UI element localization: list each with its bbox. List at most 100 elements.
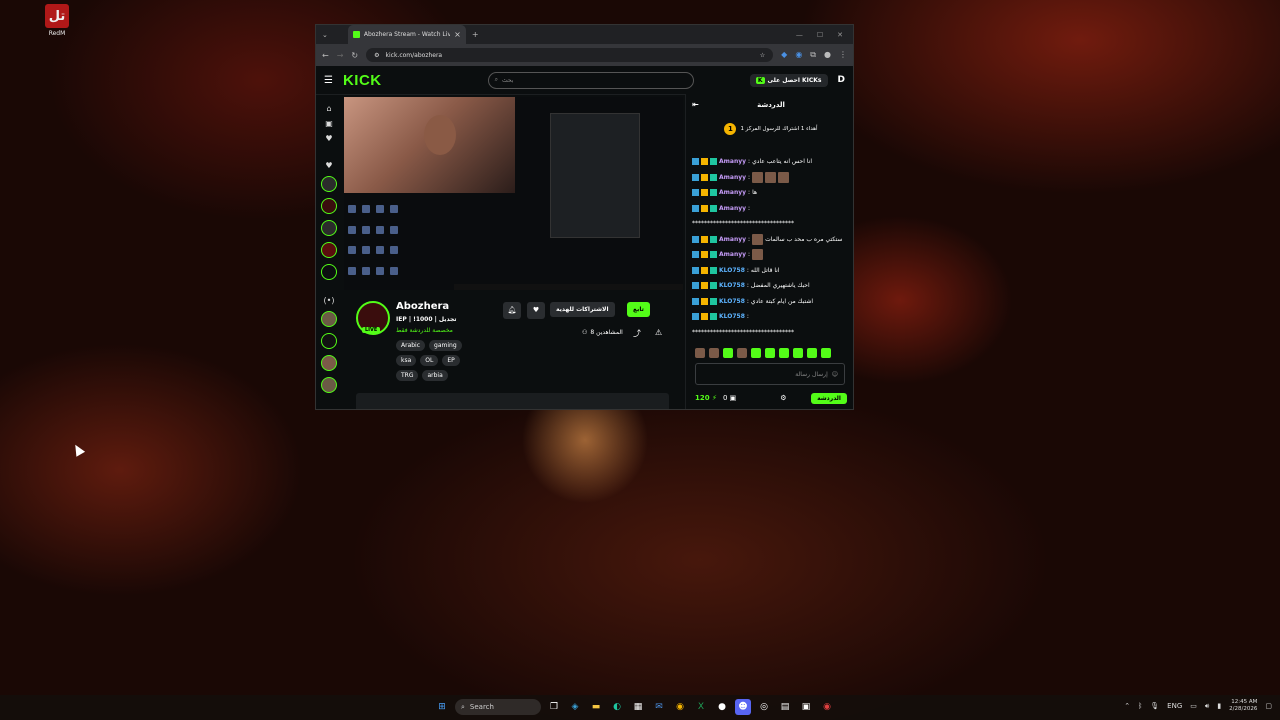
emote-icon[interactable]: [751, 348, 761, 358]
share-icon[interactable]: ⤴: [633, 328, 641, 339]
send-chat-button[interactable]: الدردشة: [811, 392, 847, 404]
minimize-icon[interactable]: —: [796, 31, 803, 39]
chat-username[interactable]: KLO758: [719, 282, 745, 289]
tab-search-icon[interactable]: ⌄: [322, 31, 328, 39]
chat-message[interactable]: KLO758: احبك ياشتهيري المفضل: [692, 278, 850, 294]
chat-username[interactable]: Amanyy: [719, 174, 746, 181]
battery-icon[interactable]: ▮: [1217, 702, 1221, 710]
chat-username[interactable]: KLO758: [719, 313, 745, 320]
file-explorer-icon[interactable]: ▬: [588, 699, 604, 715]
store-icon[interactable]: ▦: [630, 699, 646, 715]
task-view-icon[interactable]: ❐: [546, 699, 562, 715]
reload-icon[interactable]: ↻: [351, 51, 358, 60]
windows-start-icon[interactable]: ⊞: [434, 699, 450, 715]
video-player[interactable]: [344, 97, 683, 290]
notification-bell-icon[interactable]: 🔔︎: [503, 302, 521, 319]
channel-points[interactable]: 120 ⚡: [695, 394, 717, 402]
tab-kick[interactable]: Abozhera Stream - Watch Live ×: [347, 25, 466, 44]
chat-message[interactable]: **********************************: [692, 325, 850, 337]
chat-message[interactable]: **********************************: [692, 216, 850, 232]
github-icon[interactable]: ●: [714, 699, 730, 715]
excel-icon[interactable]: X: [693, 699, 709, 715]
extensions-puzzle-icon[interactable]: ⧉: [810, 50, 816, 60]
sidebar-channel-avatar[interactable]: [321, 377, 337, 393]
sidebar-channel-avatar[interactable]: [321, 176, 337, 192]
sidebar-channel-avatar[interactable]: [321, 264, 337, 280]
heart-icon[interactable]: ♥: [527, 302, 545, 319]
close-tab-icon[interactable]: ×: [454, 30, 461, 39]
stream-category[interactable]: مخصصة للدردشة فقط: [396, 327, 453, 334]
emote-icon[interactable]: [821, 348, 831, 358]
chat-username[interactable]: KLO758: [719, 267, 745, 274]
chat-message[interactable]: Amanyy: انا احس انه يتاعب عادي: [692, 154, 850, 170]
notifications-icon[interactable]: ▢: [1265, 702, 1272, 710]
extension-icon[interactable]: ◆: [781, 50, 787, 60]
app-icon[interactable]: ▣: [798, 699, 814, 715]
menu-hamburger-icon[interactable]: ☰: [324, 75, 333, 86]
chat-message[interactable]: Amanyy: ستكتي مره ب محد ب سالمات: [692, 232, 850, 248]
language-indicator[interactable]: ENG: [1167, 702, 1182, 710]
search-input[interactable]: ⌕ بحث: [487, 71, 694, 89]
sidebar-channel-avatar[interactable]: [321, 311, 337, 327]
extension-icon[interactable]: ◉: [795, 50, 802, 60]
following-heart-icon[interactable]: ♥: [325, 134, 332, 143]
emote-icon[interactable]: [807, 348, 817, 358]
browser-menu-icon[interactable]: ⋮: [839, 50, 847, 60]
sidebar-channel-avatar[interactable]: [321, 242, 337, 258]
kick-logo[interactable]: KICK: [343, 72, 382, 89]
emote-icon[interactable]: [793, 348, 803, 358]
user-avatar-icon[interactable]: D: [838, 75, 845, 85]
chat-username[interactable]: KLO758: [719, 298, 745, 305]
mail-icon[interactable]: ✉: [651, 699, 667, 715]
chat-message[interactable]: KLO758: اشتبك من ايام كبتة عادي: [692, 294, 850, 310]
tray-overflow-icon[interactable]: ⌃: [1124, 702, 1130, 710]
emote-icon[interactable]: [695, 348, 705, 358]
new-tab-button[interactable]: +: [472, 30, 479, 39]
tag[interactable]: ksa: [396, 355, 417, 366]
report-warning-icon[interactable]: ⚠: [655, 328, 662, 337]
sidebar-channel-avatar[interactable]: [321, 198, 337, 214]
discord-icon[interactable]: ☻: [735, 699, 751, 715]
chat-username[interactable]: Amanyy: [719, 251, 746, 258]
address-bar[interactable]: ⚙ kick.com/abozhera ☆: [366, 48, 774, 62]
chat-message[interactable]: Amanyy:: [692, 247, 850, 263]
chat-message[interactable]: Amanyy:: [692, 201, 850, 217]
tag[interactable]: arbia: [422, 370, 448, 381]
collapse-chat-icon[interactable]: ⇤: [692, 100, 699, 109]
chat-username[interactable]: Amanyy: [719, 158, 746, 165]
tag[interactable]: TRG: [396, 370, 419, 381]
taskbar-search[interactable]: ⌕ Search: [455, 699, 541, 715]
app-icon[interactable]: ▤: [777, 699, 793, 715]
follow-button[interactable]: تابع: [627, 302, 650, 317]
chat-message[interactable]: Amanyy:: [692, 170, 850, 186]
sidebar-channel-avatar[interactable]: [321, 355, 337, 371]
emote-icon[interactable]: [765, 348, 775, 358]
channel-name[interactable]: Abozhera: [396, 301, 449, 312]
chrome-icon[interactable]: ◉: [672, 699, 688, 715]
site-info-icon[interactable]: ⚙: [374, 52, 379, 59]
chat-message[interactable]: Amanyy: ها: [692, 185, 850, 201]
chat-username[interactable]: Amanyy: [719, 205, 746, 212]
tag[interactable]: gaming: [429, 340, 462, 351]
chat-message[interactable]: KLO758: انا قاتل الله: [692, 263, 850, 279]
browse-icon[interactable]: ▣: [325, 119, 333, 128]
emoji-icon[interactable]: ☺: [832, 371, 838, 378]
tag[interactable]: Arabic: [396, 340, 426, 351]
microphone-icon[interactable]: 🎙︎: [1150, 702, 1159, 710]
chat-settings-icon[interactable]: ⚙: [780, 394, 786, 402]
kicks-balance[interactable]: 0 ▣: [723, 394, 736, 402]
profile-avatar-icon[interactable]: ●: [824, 50, 831, 60]
emote-icon[interactable]: [709, 348, 719, 358]
volume-icon[interactable]: 🔊︎: [1205, 702, 1209, 711]
chat-username[interactable]: Amanyy: [719, 236, 746, 243]
steam-icon[interactable]: ◎: [756, 699, 772, 715]
bluetooth-icon[interactable]: ᛒ: [1138, 702, 1142, 710]
bookmark-star-icon[interactable]: ☆: [760, 52, 765, 59]
desktop-icon-redm[interactable]: تل RedM: [42, 4, 72, 37]
system-clock[interactable]: 12:45 AM 2/28/2026: [1229, 699, 1257, 713]
edge-icon[interactable]: ◐: [609, 699, 625, 715]
tag[interactable]: OL: [420, 355, 439, 366]
sidebar-channel-avatar[interactable]: [321, 220, 337, 236]
chrome-icon[interactable]: ◉: [819, 699, 835, 715]
sidebar-channel-avatar[interactable]: [321, 333, 337, 349]
